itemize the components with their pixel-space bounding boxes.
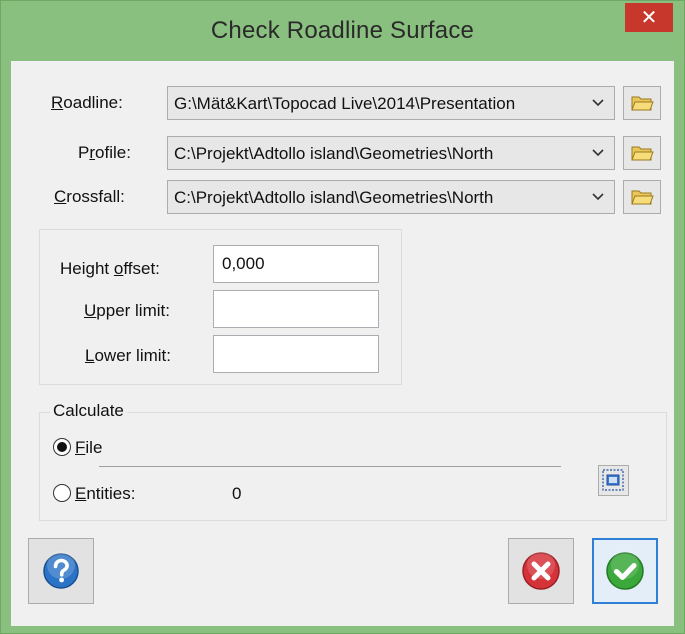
file-radio[interactable] xyxy=(53,438,71,456)
dialog-client-area: Roadline: G:\Mät&Kart\Topocad Live\2014\… xyxy=(11,61,674,626)
folder-open-icon xyxy=(631,190,654,205)
calculate-group-title: Calculate xyxy=(50,401,127,421)
roadline-label: Roadline: xyxy=(51,93,123,112)
close-button[interactable]: ✕ xyxy=(625,3,673,32)
file-radio-label[interactable]: File xyxy=(75,438,102,458)
profile-value: C:\Projekt\Adtollo island\Geometries\Nor… xyxy=(174,144,494,163)
ok-button[interactable] xyxy=(592,538,658,604)
help-button[interactable] xyxy=(28,538,94,604)
profile-combo[interactable]: C:\Projekt\Adtollo island\Geometries\Nor… xyxy=(167,136,615,170)
upper-limit-label: Upper limit: xyxy=(84,301,170,320)
ok-icon xyxy=(606,551,644,590)
entities-radio-label[interactable]: Entities: xyxy=(75,484,135,504)
radio-selected-dot xyxy=(57,442,67,452)
chevron-down-icon xyxy=(592,99,604,107)
cancel-icon xyxy=(522,551,560,590)
crossfall-combo[interactable]: C:\Projekt\Adtollo island\Geometries\Nor… xyxy=(167,180,615,214)
separator xyxy=(99,466,561,467)
dialog-title: Check Roadline Surface xyxy=(210,17,475,44)
lower-limit-input[interactable] xyxy=(213,335,379,373)
entities-count: 0 xyxy=(232,484,242,503)
profile-browse-button[interactable] xyxy=(623,136,661,170)
profile-label: Profile: xyxy=(78,143,131,162)
dialog-window: Check Roadline Surface ✕ Roadline: G:\Mä… xyxy=(0,0,685,634)
select-entities-icon xyxy=(602,469,624,491)
close-icon: ✕ xyxy=(640,5,658,29)
chevron-down-icon xyxy=(592,193,604,201)
upper-limit-input[interactable] xyxy=(213,290,379,328)
height-offset-label: Height offset: xyxy=(60,259,160,278)
cancel-button[interactable] xyxy=(508,538,574,604)
select-entities-button[interactable] xyxy=(598,465,629,496)
chevron-down-icon xyxy=(592,149,604,157)
folder-open-icon xyxy=(631,96,654,111)
entities-radio[interactable] xyxy=(53,484,71,502)
crossfall-label: Crossfall: xyxy=(54,187,125,206)
help-icon xyxy=(43,551,79,589)
roadline-browse-button[interactable] xyxy=(623,86,661,120)
roadline-value: G:\Mät&Kart\Topocad Live\2014\Presentati… xyxy=(174,94,516,113)
lower-limit-label: Lower limit: xyxy=(85,346,171,365)
height-offset-input[interactable]: 0,000 xyxy=(213,245,379,283)
roadline-combo[interactable]: G:\Mät&Kart\Topocad Live\2014\Presentati… xyxy=(167,86,615,120)
crossfall-browse-button[interactable] xyxy=(623,180,661,214)
crossfall-value: C:\Projekt\Adtollo island\Geometries\Nor… xyxy=(174,188,494,207)
folder-open-icon xyxy=(631,146,654,161)
title-bar[interactable]: Check Roadline Surface ✕ xyxy=(1,1,684,61)
